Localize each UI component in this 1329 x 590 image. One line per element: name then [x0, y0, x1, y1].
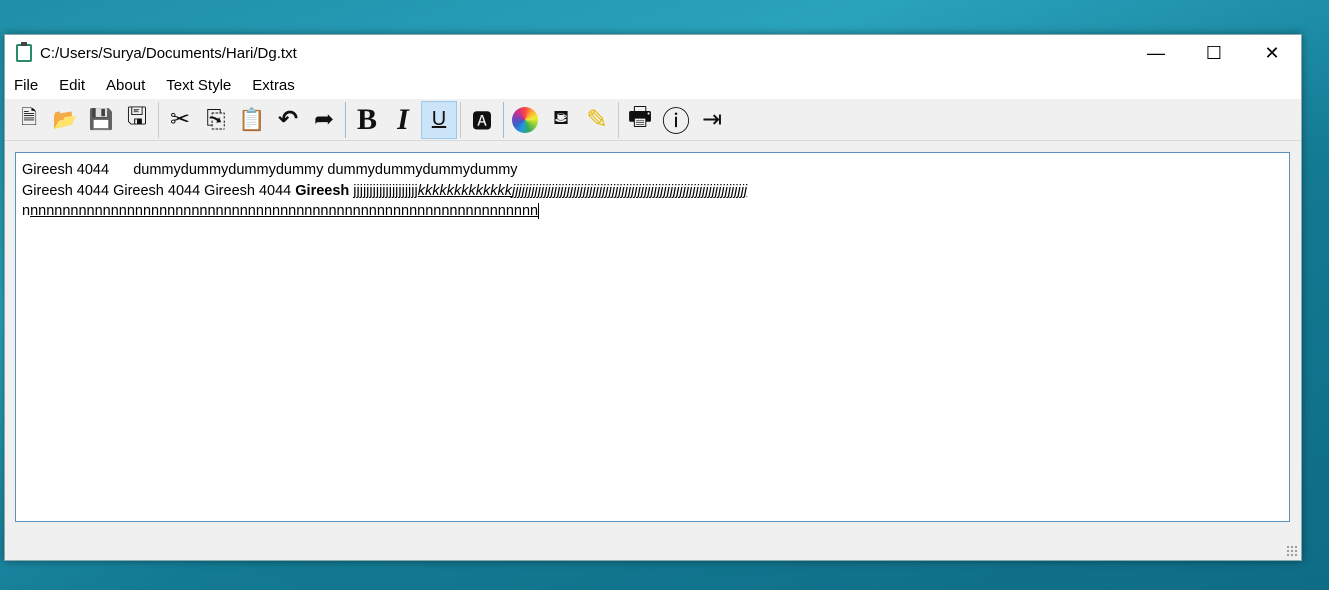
exit-icon[interactable]: ⇥ [694, 101, 730, 139]
menu-file[interactable]: File [14, 77, 38, 94]
plain-text: Gireesh 4044 Gireesh 4044 Gireesh 4044 [22, 182, 296, 199]
toolbar-separator [503, 101, 504, 138]
menu-about[interactable]: About [106, 77, 145, 94]
text-line: nnnnnnnnnnnnnnnnnnnnnnnnnnnnnnnnnnnnnnnn… [22, 201, 1283, 222]
text-line: Gireesh 4044 Gireesh 4044 Gireesh 4044 G… [22, 181, 1283, 202]
italic-icon[interactable]: I [385, 101, 421, 139]
new-file-icon[interactable]: 🗎 [11, 101, 47, 139]
bold-icon[interactable]: B [349, 101, 385, 139]
toolbar-separator [460, 101, 461, 138]
info-icon[interactable]: ⓘ [658, 101, 694, 139]
print-icon[interactable]: 🖶 [622, 101, 658, 139]
font-icon[interactable]: 🅰 [464, 101, 500, 139]
menu-edit[interactable]: Edit [59, 77, 85, 94]
copy-icon[interactable]: ⎘ [198, 101, 234, 139]
underlined-text: jjjjjjjjjjjjjjjjjjjj [353, 182, 418, 199]
paste-icon[interactable]: 📋 [234, 101, 270, 139]
italic-underlined-text: kkkkkkkkkkkkk [417, 182, 512, 199]
color-wheel-icon[interactable] [507, 101, 543, 139]
fill-color-icon[interactable]: ⛾ [543, 101, 579, 139]
close-button[interactable]: ✕ [1243, 35, 1301, 71]
italic-underlined-text: jjjjjjjjjjjjjjjjjjjjjjjjjjjjjjjjjjjjjjjj… [511, 182, 748, 199]
title-bar: C:/Users/Surya/Documents/Hari/Dg.txt — ☐… [5, 35, 1301, 71]
toolbar-separator [158, 101, 159, 138]
text-editor[interactable]: Gireesh 4044 dummydummydummydummy dummyd… [15, 152, 1290, 522]
menu-extras[interactable]: Extras [252, 77, 295, 94]
save-icon[interactable]: 💾 [83, 101, 119, 139]
text-cursor [538, 203, 540, 219]
undo-icon[interactable]: ↶ [270, 101, 306, 139]
save-as-icon[interactable]: 🖫 [119, 101, 155, 139]
toolbar-separator [618, 101, 619, 138]
toolbar-separator [345, 101, 346, 138]
menu-text-style[interactable]: Text Style [166, 77, 231, 94]
underlined-text: nnnnnnnnnnnnnnnnnnnnnnnnnnnnnnnnnnnnnnnn… [30, 203, 539, 219]
resize-grip[interactable] [1286, 545, 1298, 557]
underline-icon[interactable]: U [421, 100, 457, 139]
window-title: C:/Users/Surya/Documents/Hari/Dg.txt [40, 44, 297, 62]
editor-window: C:/Users/Surya/Documents/Hari/Dg.txt — ☐… [4, 34, 1302, 561]
redo-icon[interactable]: ➦ [306, 101, 342, 139]
cut-icon[interactable]: ✂ [162, 101, 198, 139]
plain-text: n [22, 203, 31, 219]
open-file-icon[interactable]: 📂 [47, 101, 83, 139]
highlight-icon[interactable]: ✎ [579, 101, 615, 139]
minimize-button[interactable]: — [1127, 35, 1185, 71]
bold-text: Gireesh [295, 182, 350, 199]
clipboard-app-icon [16, 42, 32, 62]
menu-bar: File Edit About Text Style Extras [5, 71, 1301, 99]
toolbar: 🗎 📂 💾 🖫 ✂ ⎘ 📋 ↶ ➦ B I U 🅰 ⛾ ✎ 🖶 ⓘ ⇥ [5, 99, 1301, 141]
text-line: Gireesh 4044 dummydummydummydummy dummyd… [22, 162, 518, 178]
maximize-button[interactable]: ☐ [1185, 35, 1243, 71]
